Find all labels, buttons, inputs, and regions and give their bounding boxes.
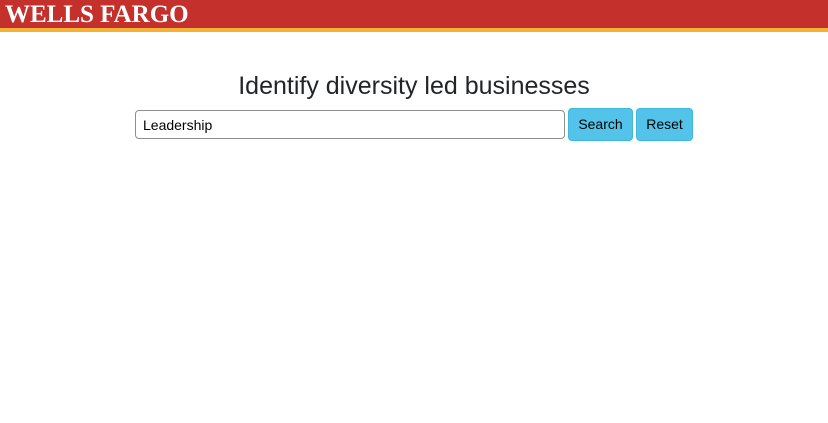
page-title: Identify diversity led businesses [238, 72, 590, 100]
search-input[interactable] [135, 110, 565, 139]
header-bar: WELLS FARGO [0, 0, 828, 32]
search-button[interactable]: Search [568, 108, 633, 141]
reset-button[interactable]: Reset [636, 108, 693, 141]
wells-fargo-logo[interactable]: WELLS FARGO [5, 1, 189, 28]
